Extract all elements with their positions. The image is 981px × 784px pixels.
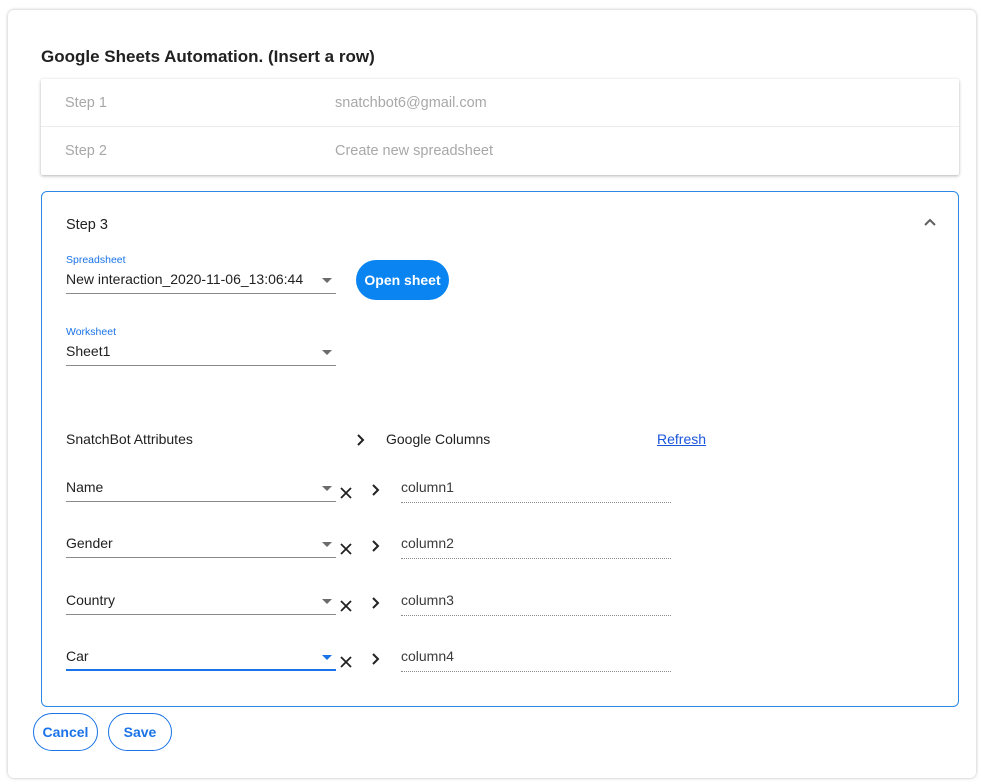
column-value: column3 bbox=[401, 592, 454, 608]
worksheet-field: Worksheet Sheet1 bbox=[66, 326, 336, 368]
close-icon[interactable] bbox=[339, 542, 353, 556]
attribute-select[interactable]: Gender bbox=[66, 532, 336, 558]
step-value: Create new spreadsheet bbox=[335, 143, 493, 159]
worksheet-label: Worksheet bbox=[66, 326, 116, 338]
close-icon[interactable] bbox=[339, 486, 353, 500]
step-label: Step 1 bbox=[65, 95, 107, 111]
spreadsheet-value: New interaction_2020-11-06_13:06:44 bbox=[66, 271, 304, 287]
column-field[interactable]: column2 bbox=[401, 535, 671, 559]
column-field[interactable]: column3 bbox=[401, 592, 671, 616]
chevron-right-icon bbox=[368, 596, 382, 610]
chevron-right-icon bbox=[368, 483, 382, 497]
columns-header: Google Columns bbox=[386, 431, 491, 447]
cancel-button[interactable]: Cancel bbox=[33, 713, 98, 751]
caret-down-icon bbox=[322, 486, 332, 491]
chevron-right-icon bbox=[368, 539, 382, 553]
chevron-right-icon bbox=[368, 652, 382, 666]
step-3-panel: Step 3 Spreadsheet New interaction_2020-… bbox=[41, 191, 959, 707]
attribute-select[interactable]: Car bbox=[66, 645, 336, 671]
column-value: column4 bbox=[401, 648, 454, 664]
attribute-select[interactable]: Name bbox=[66, 476, 336, 502]
open-sheet-button[interactable]: Open sheet bbox=[356, 260, 449, 300]
refresh-link[interactable]: Refresh bbox=[657, 431, 706, 447]
column-field[interactable]: column4 bbox=[401, 648, 671, 672]
attribute-value: Car bbox=[66, 648, 89, 664]
chevron-up-icon[interactable] bbox=[920, 213, 940, 233]
step-2-row[interactable]: Step 2 Create new spreadsheet bbox=[41, 127, 959, 175]
automation-card: Google Sheets Automation. (Insert a row)… bbox=[8, 10, 976, 778]
caret-down-icon bbox=[322, 599, 332, 604]
step-1-row[interactable]: Step 1 snatchbot6@gmail.com bbox=[41, 79, 959, 127]
caret-down-icon bbox=[322, 655, 332, 660]
caret-down-icon bbox=[322, 542, 332, 547]
spreadsheet-select[interactable]: New interaction_2020-11-06_13:06:44 bbox=[66, 268, 336, 294]
attributes-header: SnatchBot Attributes bbox=[66, 431, 193, 447]
attribute-value: Gender bbox=[66, 535, 113, 551]
attribute-value: Country bbox=[66, 592, 116, 608]
spreadsheet-field: Spreadsheet New interaction_2020-11-06_1… bbox=[66, 254, 336, 296]
chevron-right-icon bbox=[353, 433, 367, 447]
step-value: snatchbot6@gmail.com bbox=[335, 95, 487, 111]
worksheet-select[interactable]: Sheet1 bbox=[66, 340, 336, 366]
page-title: Google Sheets Automation. (Insert a row) bbox=[41, 47, 375, 66]
attribute-value: Name bbox=[66, 479, 104, 495]
save-button[interactable]: Save bbox=[108, 713, 172, 751]
caret-down-icon bbox=[322, 278, 332, 283]
column-value: column2 bbox=[401, 535, 454, 551]
column-value: column1 bbox=[401, 479, 454, 495]
spreadsheet-label: Spreadsheet bbox=[66, 254, 126, 266]
close-icon[interactable] bbox=[339, 599, 353, 613]
column-field[interactable]: column1 bbox=[401, 479, 671, 503]
step-label: Step 2 bbox=[65, 143, 107, 159]
worksheet-value: Sheet1 bbox=[66, 343, 111, 359]
close-icon[interactable] bbox=[339, 655, 353, 669]
completed-steps-panel: Step 1 snatchbot6@gmail.com Step 2 Creat… bbox=[41, 79, 959, 175]
caret-down-icon bbox=[322, 350, 332, 355]
step-3-title: Step 3 bbox=[66, 217, 108, 233]
attribute-select[interactable]: Country bbox=[66, 589, 336, 615]
